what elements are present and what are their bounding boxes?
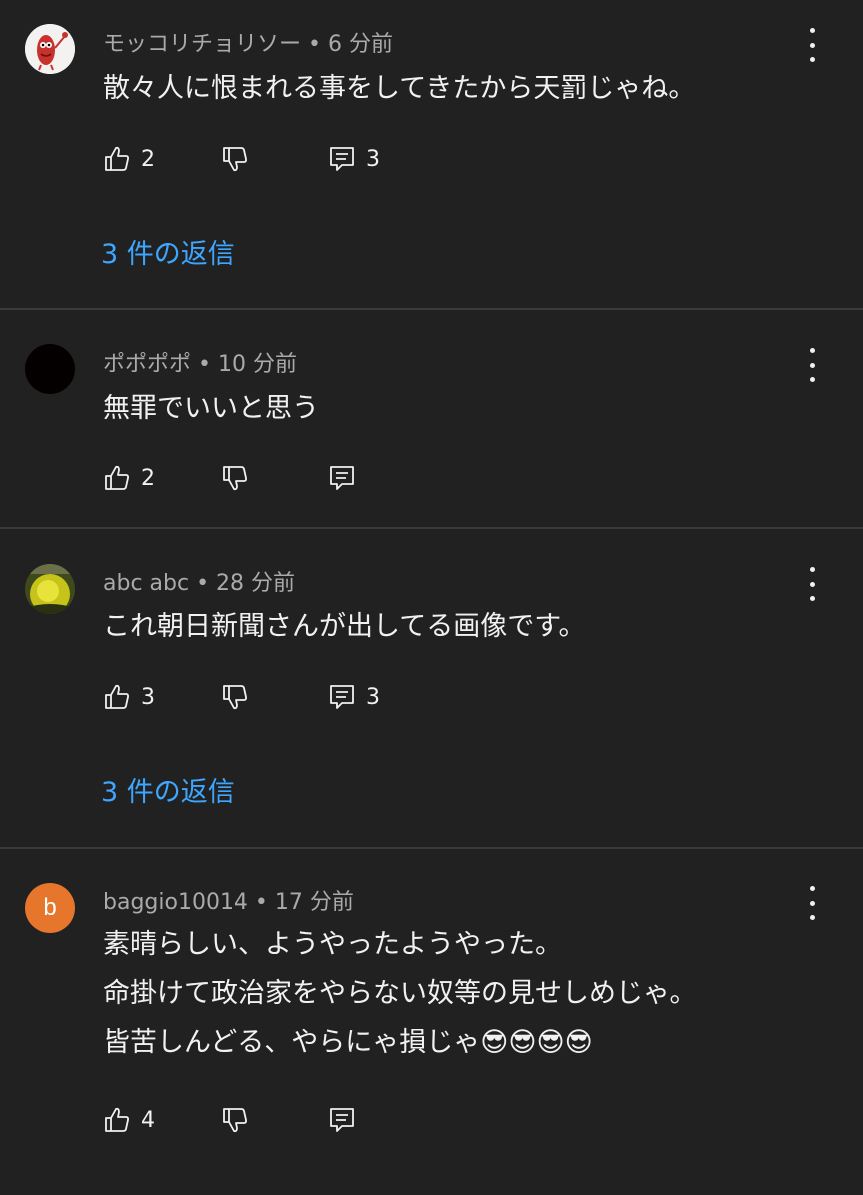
reply-button[interactable]: 3 — [328, 144, 380, 174]
sausage-character-icon — [25, 24, 75, 74]
avatar[interactable] — [25, 344, 75, 394]
photo-icon — [25, 564, 75, 614]
comment-meta: abc abc • 28 分前 — [103, 571, 296, 596]
comment-meta: baggio10014 • 17 分前 — [103, 890, 354, 915]
reply-button[interactable] — [328, 1105, 356, 1135]
comment-time: 28 分前 — [216, 571, 296, 596]
divider — [0, 308, 863, 310]
view-replies-link[interactable]: 3 件の返信 — [101, 232, 235, 271]
comment-icon — [330, 1108, 354, 1132]
like-count: 2 — [141, 465, 155, 491]
comment-meta: ポポポポ • 10 分前 — [103, 352, 297, 377]
divider — [0, 847, 863, 849]
thumbs-up-icon — [105, 465, 129, 490]
comment-time: 6 分前 — [327, 32, 393, 57]
more-actions-button[interactable] — [800, 28, 824, 62]
dislike-button[interactable] — [221, 463, 249, 493]
reply-count: 3 — [366, 684, 380, 710]
thumbs-up-icon — [105, 146, 129, 171]
thumbs-down-icon — [223, 466, 247, 491]
comment-time: 17 分前 — [274, 890, 354, 915]
more-actions-button[interactable] — [800, 886, 824, 920]
dislike-button[interactable] — [221, 144, 249, 174]
comment-icon — [330, 685, 354, 709]
comment-icon — [330, 466, 354, 490]
like-count: 4 — [141, 1107, 155, 1133]
reply-button[interactable]: 3 — [328, 682, 380, 712]
divider — [0, 527, 863, 529]
dislike-button[interactable] — [221, 682, 249, 712]
like-count: 3 — [141, 684, 155, 710]
like-button[interactable]: 3 — [103, 682, 155, 712]
reply-button[interactable] — [328, 463, 356, 493]
avatar[interactable]: b — [25, 883, 75, 933]
comment-text: 散々人に恨まれる事をしてきたから天罰じゃね。 — [103, 73, 696, 104]
avatar[interactable] — [25, 24, 75, 74]
author-name[interactable]: モッコリチョリソー — [103, 32, 301, 57]
like-button[interactable]: 4 — [103, 1105, 155, 1135]
more-actions-button[interactable] — [800, 348, 824, 382]
comment-icon — [330, 147, 354, 171]
thumbs-down-icon — [223, 685, 247, 710]
comment-text: 素晴らしい、ようやったようやった。 命掛けて政治家をやらない奴等の見せしめじゃ。… — [103, 929, 697, 1058]
thumbs-down-icon — [223, 1108, 247, 1133]
thumbs-up-icon — [105, 1107, 129, 1132]
comment-text: これ朝日新聞さんが出してる画像です。 — [103, 611, 586, 642]
author-name[interactable]: baggio10014 — [103, 890, 248, 915]
avatar[interactable] — [25, 564, 75, 614]
comment-time: 10 分前 — [217, 352, 297, 377]
reply-count: 3 — [366, 146, 380, 172]
more-actions-button[interactable] — [800, 567, 824, 601]
thumbs-up-icon — [105, 684, 129, 709]
author-name[interactable]: ポポポポ — [103, 352, 191, 377]
comment-meta: モッコリチョリソー • 6 分前 — [103, 32, 393, 57]
like-count: 2 — [141, 146, 155, 172]
dislike-button[interactable] — [221, 1105, 249, 1135]
view-replies-link[interactable]: 3 件の返信 — [101, 770, 235, 809]
thumbs-down-icon — [223, 147, 247, 172]
like-button[interactable]: 2 — [103, 144, 155, 174]
like-button[interactable]: 2 — [103, 463, 155, 493]
author-name[interactable]: abc abc — [103, 571, 189, 596]
comment-text: 無罪でいいと思う — [103, 393, 319, 424]
avatar-letter: b — [43, 894, 57, 921]
